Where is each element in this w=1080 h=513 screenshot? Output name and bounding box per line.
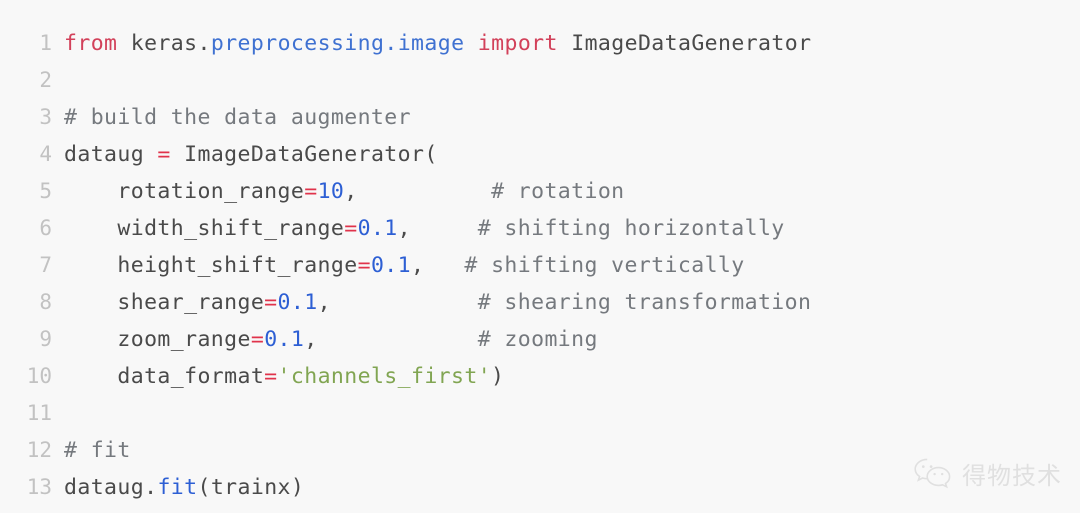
code-line-content bbox=[52, 62, 77, 99]
token-punct: ) bbox=[491, 364, 505, 389]
token-op: = bbox=[264, 364, 278, 389]
token-name: ImageDataGenerator bbox=[571, 31, 812, 56]
code-line-content: shear_range=0.1, # shearing transformati… bbox=[52, 284, 811, 321]
token-module: . bbox=[384, 31, 398, 56]
token-punct: (trainx) bbox=[197, 475, 305, 500]
code-line-content: height_shift_range=0.1, # shifting verti… bbox=[52, 247, 745, 284]
token-name: dataug bbox=[64, 475, 145, 500]
line-number: 8 bbox=[39, 290, 52, 314]
code-line: 10 data_format='channels_first') bbox=[0, 358, 1080, 395]
token-op: = bbox=[157, 142, 171, 167]
token-comment: # shifting horizontally bbox=[477, 216, 785, 241]
token-num: 10 bbox=[317, 179, 345, 204]
code-line: 7 height_shift_range=0.1, # shifting ver… bbox=[0, 247, 1080, 284]
code-line: 4 dataug = ImageDataGenerator( bbox=[0, 136, 1080, 173]
token-kw: from bbox=[64, 31, 118, 56]
token-op: = bbox=[264, 290, 278, 315]
token-module: image bbox=[397, 31, 465, 56]
line-number: 1 bbox=[39, 31, 52, 55]
token-op: = bbox=[304, 179, 318, 204]
token-comment: # rotation bbox=[491, 179, 625, 204]
token-punct bbox=[117, 31, 130, 56]
code-line: 3 # build the data augmenter bbox=[0, 99, 1080, 136]
token-punct bbox=[464, 31, 477, 56]
token-comment: # shifting vertically bbox=[464, 253, 745, 278]
token-punct: . bbox=[144, 475, 158, 500]
line-number: 6 bbox=[39, 216, 52, 240]
token-num: 0.1 bbox=[370, 253, 411, 278]
token-name: keras bbox=[130, 31, 198, 56]
line-number: 13 bbox=[26, 475, 52, 499]
line-number: 4 bbox=[39, 142, 52, 166]
line-number: 9 bbox=[39, 327, 52, 351]
token-num: 0.1 bbox=[264, 327, 305, 352]
code-line-content: width_shift_range=0.1, # shifting horizo… bbox=[52, 210, 785, 247]
code-line-content: zoom_range=0.1, # zooming bbox=[52, 321, 598, 358]
line-number: 7 bbox=[39, 253, 52, 277]
line-number: 3 bbox=[39, 105, 52, 129]
code-line: 1 from keras.preprocessing.image import I… bbox=[0, 25, 1080, 62]
token-num: 0.1 bbox=[277, 290, 318, 315]
code-line-content: # build the data augmenter bbox=[52, 99, 411, 136]
line-number: 11 bbox=[26, 401, 52, 425]
code-line: 9 zoom_range=0.1, # zooming bbox=[0, 321, 1080, 358]
line-number: 2 bbox=[39, 68, 52, 92]
token-punct: , bbox=[317, 290, 478, 315]
token-str: 'channels_first' bbox=[277, 364, 492, 389]
code-line-content bbox=[52, 395, 77, 432]
token-op: = bbox=[250, 327, 265, 352]
token-punct: , bbox=[344, 179, 492, 204]
token-name: shear_range bbox=[64, 290, 265, 315]
token-module: preprocessing bbox=[210, 31, 385, 56]
token-kw: import bbox=[477, 31, 558, 56]
token-num: 0.1 bbox=[357, 216, 398, 241]
code-line-content: dataug = ImageDataGenerator( bbox=[52, 136, 438, 173]
line-number: 10 bbox=[26, 364, 52, 388]
token-comment: # build the data augmenter bbox=[64, 105, 411, 130]
token-punct: , bbox=[397, 216, 478, 241]
token-fn: fit bbox=[157, 475, 198, 500]
code-line: 11 bbox=[0, 395, 1080, 432]
token-name: zoom_range bbox=[64, 327, 251, 352]
token-name: data_format bbox=[64, 364, 265, 389]
token-name: dataug bbox=[64, 142, 158, 167]
code-line-content: rotation_range=10, # rotation bbox=[52, 173, 625, 210]
token-comment: # zooming bbox=[477, 327, 598, 352]
token-op: = bbox=[344, 216, 358, 241]
token-punct bbox=[558, 31, 571, 56]
code-line: 6 width_shift_range=0.1, # shifting hori… bbox=[0, 210, 1080, 247]
code-line-content: dataug.fit(trainx) bbox=[52, 469, 304, 506]
code-line: 2 bbox=[0, 62, 1080, 99]
code-line-content: data_format='channels_first') bbox=[52, 358, 504, 395]
code-block: 1 from keras.preprocessing.image import I… bbox=[0, 0, 1080, 513]
token-punct: , bbox=[304, 327, 478, 352]
token-name: width_shift_range bbox=[64, 216, 345, 241]
token-punct: . bbox=[197, 31, 211, 56]
token-comment: # fit bbox=[64, 438, 131, 463]
line-number: 5 bbox=[39, 179, 52, 203]
code-line: 13 dataug.fit(trainx) bbox=[0, 469, 1080, 506]
token-name: ImageDataGenerator( bbox=[170, 142, 438, 167]
line-number: 12 bbox=[26, 438, 52, 462]
token-punct: , bbox=[410, 253, 465, 278]
token-name: rotation_range bbox=[64, 179, 305, 204]
token-op: = bbox=[357, 253, 371, 278]
code-line: 12 # fit bbox=[0, 432, 1080, 469]
code-line-content: # fit bbox=[52, 432, 131, 469]
code-line-content: from keras.preprocessing.image import Im… bbox=[52, 25, 811, 62]
token-comment: # shearing transformation bbox=[477, 290, 812, 315]
token-name: height_shift_range bbox=[64, 253, 358, 278]
code-line: 5 rotation_range=10, # rotation bbox=[0, 173, 1080, 210]
code-line: 8 shear_range=0.1, # shearing transforma… bbox=[0, 284, 1080, 321]
